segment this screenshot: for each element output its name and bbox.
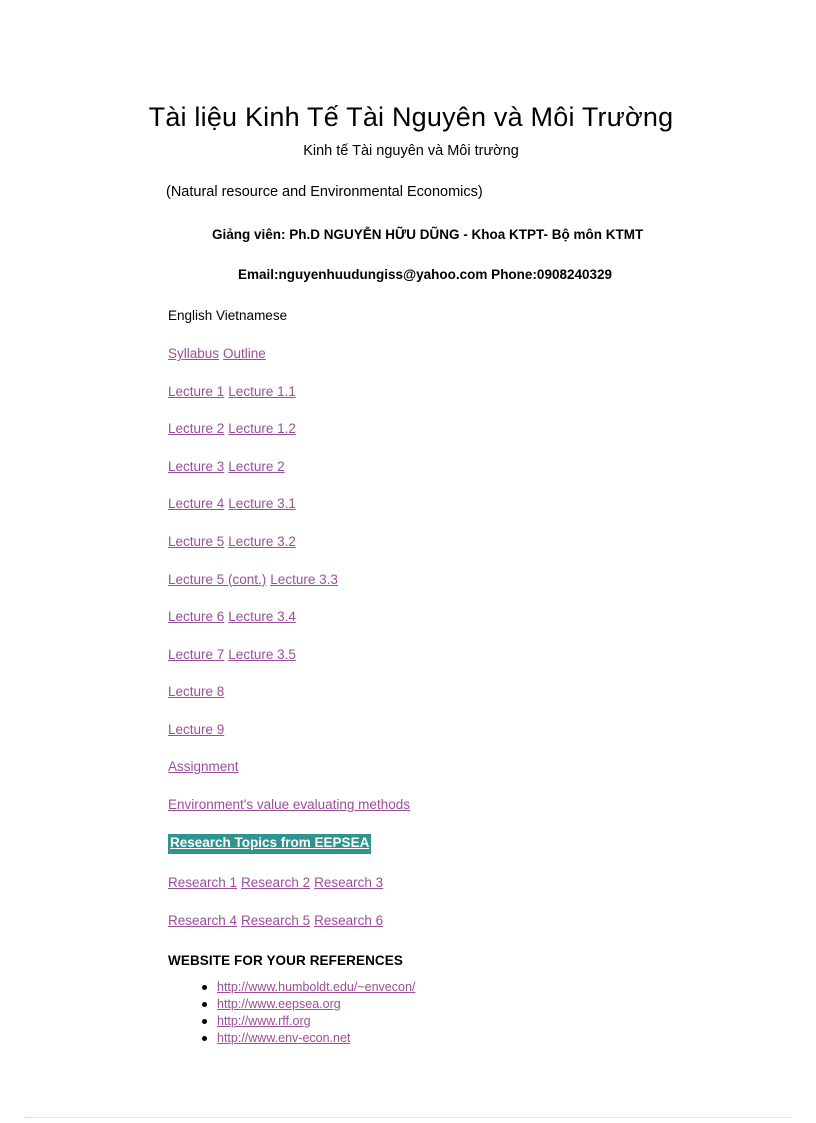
link-lecture-6[interactable]: Lecture 6 — [168, 609, 224, 624]
page-title: Tài liệu Kinh Tế Tài Nguyên và Môi Trườn… — [148, 102, 674, 132]
link-row: Syllabus Outline — [168, 345, 688, 363]
document-page: Tài liệu Kinh Tế Tài Nguyên và Môi Trườn… — [0, 0, 816, 1123]
link-outline[interactable]: Outline — [223, 346, 266, 361]
link-lecture-3[interactable]: Lecture 3 — [168, 459, 224, 474]
lecturer-line: Giảng viên: Ph.D NGUYỄN HỮU DŨNG - Khoa … — [212, 226, 644, 242]
link-assignment[interactable]: Assignment — [168, 759, 239, 774]
link-lecture-3-2[interactable]: Lecture 3.2 — [228, 534, 296, 549]
link-row: Lecture 6 Lecture 3.4 — [168, 608, 688, 626]
link-research-2[interactable]: Research 2 — [241, 875, 310, 890]
subtitle-english: (Natural resource and Environmental Econ… — [166, 184, 483, 201]
link-lecture-4[interactable]: Lecture 4 — [168, 496, 224, 511]
link-row: Lecture 3 Lecture 2 — [168, 458, 688, 476]
link-row: Lecture 5 (cont.) Lecture 3.3 — [168, 571, 688, 589]
lecture-link-list: Syllabus Outline Lecture 1 Lecture 1.1 Le… — [168, 345, 688, 813]
list-item: http://www.env-econ.net — [202, 1030, 688, 1047]
list-item: http://www.humboldt.edu/~envecon/ — [202, 979, 688, 996]
link-row: Research 1 Research 2 Research 3 — [168, 874, 688, 892]
link-row: Lecture 1 Lecture 1.1 — [168, 383, 688, 401]
link-research-6[interactable]: Research 6 — [314, 913, 383, 928]
link-lecture-2[interactable]: Lecture 2 — [168, 421, 224, 436]
link-row: Lecture 5 Lecture 3.2 — [168, 533, 688, 551]
link-lecture-5[interactable]: Lecture 5 — [168, 534, 224, 549]
references-heading: WEBSITE FOR YOUR REFERENCES — [168, 953, 403, 969]
link-row: Lecture 8 — [168, 683, 688, 701]
link-row: Environment's value evaluating methods — [168, 796, 688, 814]
link-row: Lecture 4 Lecture 3.1 — [168, 495, 688, 513]
list-item: http://www.rff.org — [202, 1013, 688, 1030]
link-row: Assignment — [168, 758, 688, 776]
contact-line: Email:nguyenhuudungiss@yahoo.com Phone:0… — [238, 266, 613, 282]
link-lecture-9[interactable]: Lecture 9 — [168, 722, 224, 737]
link-lecture-7[interactable]: Lecture 7 — [168, 647, 224, 662]
document-content: Tài liệu Kinh Tế Tài Nguyên và Môi Trườn… — [149, 0, 688, 1047]
link-row: Lecture 2 Lecture 1.2 — [168, 420, 688, 438]
link-lecture-3-1[interactable]: Lecture 3.1 — [228, 496, 296, 511]
link-research-1[interactable]: Research 1 — [168, 875, 237, 890]
reference-url-3[interactable]: http://www.rff.org — [217, 1014, 311, 1028]
reference-url-2[interactable]: http://www.eepsea.org — [217, 997, 341, 1011]
link-lecture-2[interactable]: Lecture 2 — [228, 459, 284, 474]
research-link-list: Research 1 Research 2 Research 3 Research… — [168, 874, 688, 929]
link-research-3[interactable]: Research 3 — [314, 875, 383, 890]
link-research-4[interactable]: Research 4 — [168, 913, 237, 928]
link-lecture-5-cont[interactable]: Lecture 5 (cont.) — [168, 572, 266, 587]
link-environment-s-value-evaluating-methods[interactable]: Environment's value evaluating methods — [168, 797, 410, 812]
link-lecture-8[interactable]: Lecture 8 — [168, 684, 224, 699]
link-lecture-3-5[interactable]: Lecture 3.5 — [228, 647, 296, 662]
link-lecture-3-3[interactable]: Lecture 3.3 — [270, 572, 338, 587]
reference-url-list: http://www.humboldt.edu/~envecon/ http:/… — [168, 979, 688, 1047]
bottom-divider — [24, 1117, 792, 1118]
link-row: Lecture 7 Lecture 3.5 — [168, 646, 688, 664]
link-row: Research 4 Research 5 Research 6 — [168, 912, 688, 930]
list-item: http://www.eepsea.org — [202, 996, 688, 1013]
subtitle-vietnamese: Kinh tế Tài nguyên và Môi trường — [303, 142, 519, 159]
link-syllabus[interactable]: Syllabus — [168, 346, 219, 361]
column-header: English Vietnamese — [168, 308, 288, 324]
link-research-5[interactable]: Research 5 — [241, 913, 310, 928]
reference-url-4[interactable]: http://www.env-econ.net — [217, 1031, 350, 1045]
reference-url-1[interactable]: http://www.humboldt.edu/~envecon/ — [217, 980, 415, 994]
link-lecture-3-4[interactable]: Lecture 3.4 — [228, 609, 296, 624]
link-lecture-1-1[interactable]: Lecture 1.1 — [228, 384, 296, 399]
link-lecture-1[interactable]: Lecture 1 — [168, 384, 224, 399]
link-research-topics-eepsea[interactable]: Research Topics from EEPSEA — [168, 834, 372, 855]
link-row: Lecture 9 — [168, 721, 688, 739]
link-lecture-1-2[interactable]: Lecture 1.2 — [228, 421, 296, 436]
research-topics-row: Research Topics from EEPSEA — [168, 834, 688, 855]
